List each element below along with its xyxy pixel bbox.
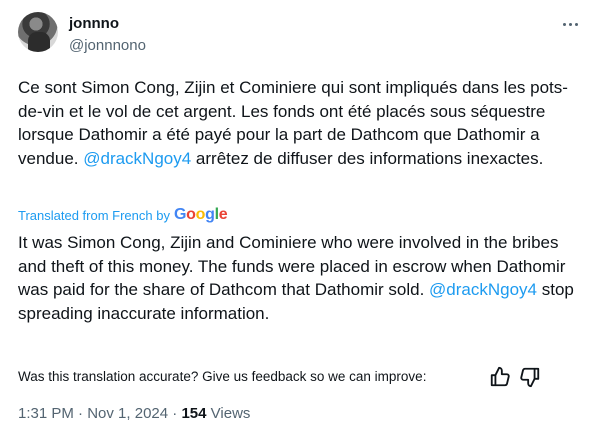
thumbs-down-icon[interactable] (519, 366, 541, 388)
translation-feedback-prompt: Was this translation accurate? Give us f… (18, 369, 427, 384)
mention-link[interactable]: @drackNgoy4 (83, 149, 191, 168)
mention-link[interactable]: @drackNgoy4 (429, 280, 537, 299)
tweet-original-text: Ce sont Simon Cong, Zijin et Cominiere q… (18, 76, 586, 170)
thumbs-up-icon[interactable] (489, 366, 511, 388)
tweet-time[interactable]: 1:31 PM (18, 405, 74, 422)
tweet-date[interactable]: Nov 1, 2024 (87, 405, 168, 422)
views-label: Views (210, 405, 251, 422)
avatar[interactable] (18, 12, 58, 52)
user-handle[interactable]: @jonnnono (69, 37, 146, 54)
original-text-part: arrêtez de diffuser des informations ine… (191, 148, 544, 168)
meta-separator: · (172, 405, 178, 422)
translation-attribution[interactable]: Translated from French by Google (18, 206, 228, 224)
translated-by-label: Translated from French by (18, 207, 170, 223)
display-name[interactable]: jonnno (69, 15, 119, 32)
avatar-figure (28, 32, 50, 52)
more-options-icon[interactable] (556, 14, 584, 34)
meta-separator: · (78, 405, 84, 422)
tweet-meta: 1:31 PM · Nov 1, 2024 · 154 Views (18, 405, 250, 422)
views-count: 154 (181, 405, 207, 422)
google-logo: Google (173, 206, 228, 223)
tweet-translated-text: It was Simon Cong, Zijin and Cominiere w… (18, 231, 586, 325)
